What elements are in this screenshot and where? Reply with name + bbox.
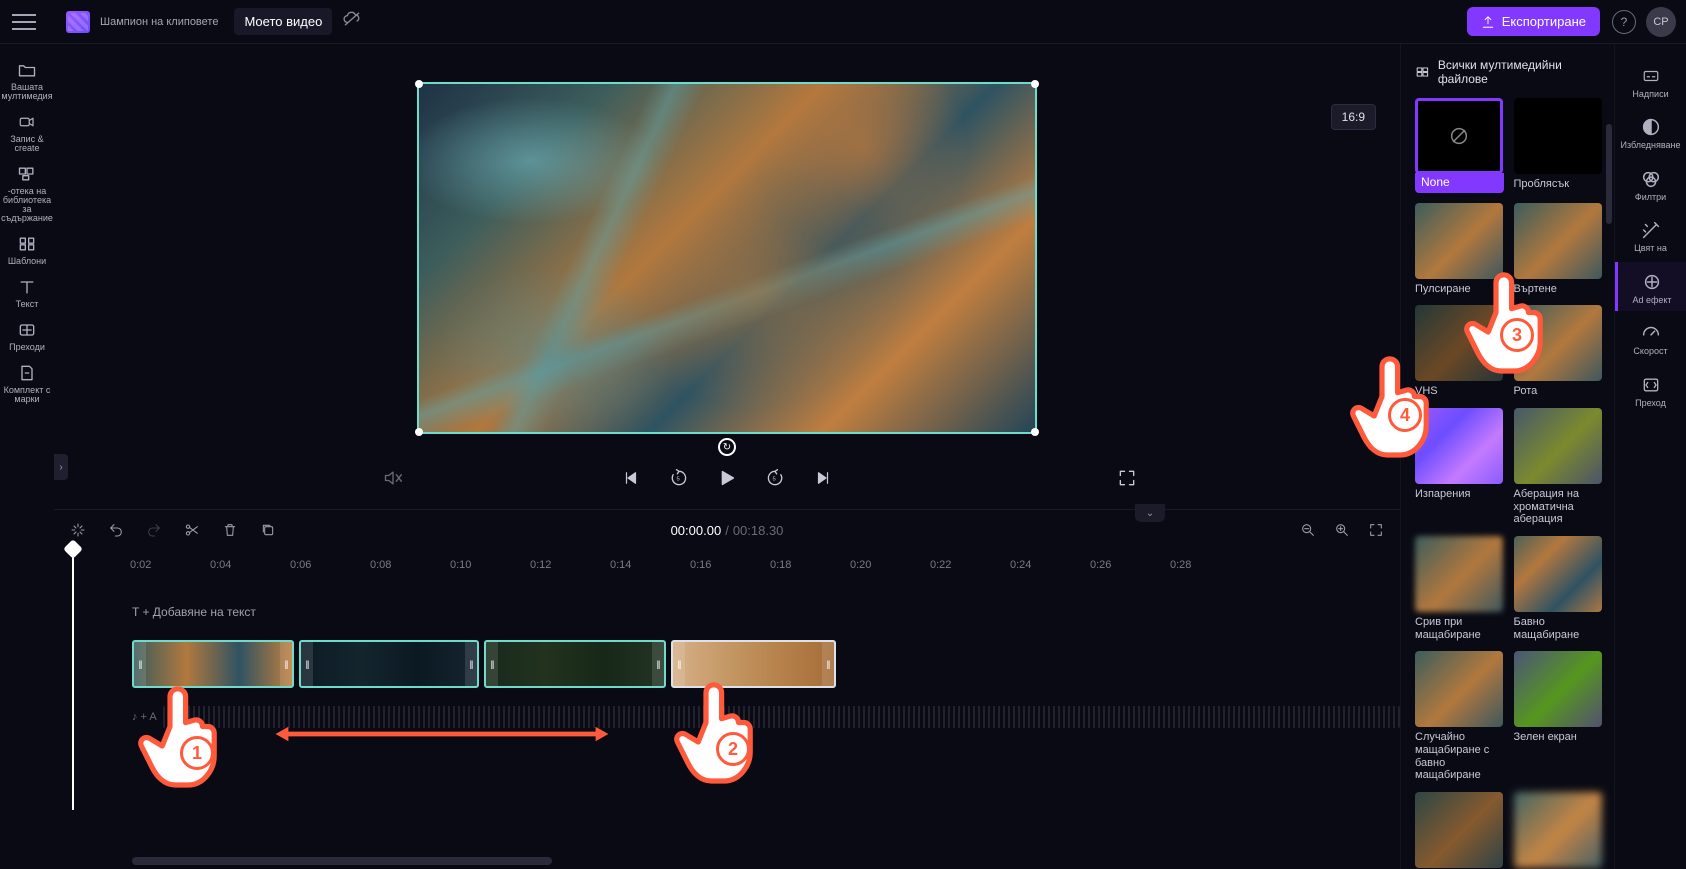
left-rail: Вашата мултимедия Запис & create -отека … [0, 44, 54, 869]
rail-text[interactable]: Текст [0, 269, 55, 312]
rail-your-media[interactable]: Вашата мултимедия [0, 52, 55, 104]
panel-collapse-down-icon[interactable]: ⌄ [1135, 504, 1165, 522]
effect-flash[interactable]: Проблясък [1514, 98, 1603, 193]
rrail-captions[interactable]: Надписи [1615, 56, 1686, 105]
skip-end-icon[interactable] [810, 465, 836, 491]
callout-badge-3: 3 [1500, 318, 1534, 352]
skip-start-icon[interactable] [618, 465, 644, 491]
split-icon[interactable] [182, 520, 202, 540]
filters-icon [1638, 168, 1664, 190]
effect-slow-zoom[interactable]: Бавно мащабиране [1514, 536, 1603, 641]
callout-badge-1: 1 [180, 736, 214, 770]
menu-button[interactable] [10, 8, 38, 36]
redo-icon[interactable] [144, 520, 164, 540]
rrail-fade[interactable]: Избледняване [1615, 107, 1686, 156]
rewind-5-icon[interactable]: 5 [666, 465, 692, 491]
captions-icon [1638, 65, 1664, 87]
svg-text:5: 5 [773, 477, 776, 483]
resize-handle-tr[interactable] [1031, 80, 1039, 88]
zoom-fit-icon[interactable] [1366, 520, 1386, 540]
clip-3[interactable]: |||| [484, 640, 666, 688]
user-avatar[interactable]: CP [1646, 7, 1676, 37]
timecode-sep: / [725, 523, 729, 538]
library-icon [15, 163, 39, 185]
rail-record[interactable]: Запис & create [0, 104, 55, 156]
effect-none[interactable]: None [1415, 98, 1504, 193]
resize-handle-tl[interactable] [415, 80, 423, 88]
tap-cursor-2 [654, 664, 784, 794]
project-title[interactable]: Моето видео [234, 8, 332, 35]
aspect-ratio-button[interactable]: 16:9 [1331, 104, 1376, 130]
effect-extra-2[interactable] [1514, 792, 1603, 868]
export-label: Експортиране [1502, 14, 1586, 29]
help-icon[interactable]: ? [1612, 10, 1636, 34]
fade-icon [1638, 116, 1664, 138]
preview-canvas[interactable]: ↻ [417, 82, 1037, 434]
duplicate-icon[interactable] [258, 520, 278, 540]
undo-icon[interactable] [106, 520, 126, 540]
effect-rand-zoom[interactable]: Случайно мащабиране с бавно мащабиране [1415, 651, 1504, 782]
fullscreen-icon[interactable] [1114, 465, 1140, 491]
fit-icon [1638, 374, 1664, 396]
app-label: Шампион на клиповете [100, 16, 218, 28]
forward-5-icon[interactable]: 5 [762, 465, 788, 491]
zoom-out-icon[interactable] [1298, 520, 1318, 540]
timeline-scrollbar[interactable] [132, 855, 1400, 867]
timeline-ruler[interactable]: 0:020:04 0:060:08 0:100:12 0:140:16 0:18… [54, 550, 1400, 580]
rail-library[interactable]: -отека на библиотека за съдържание [0, 156, 55, 226]
effect-extra-1[interactable] [1415, 792, 1504, 868]
cloud-sync-icon [342, 9, 362, 34]
effect-green[interactable]: Зелен екран [1514, 651, 1603, 782]
right-rail: Надписи Избледняване Филтри Цвят на Ad е… [1614, 44, 1686, 869]
zoom-in-icon[interactable] [1332, 520, 1352, 540]
text-icon [15, 276, 39, 298]
mute-icon[interactable] [380, 465, 406, 491]
resize-handle-br[interactable] [1031, 428, 1039, 436]
effect-zoom-crash[interactable]: Срив при мащабиране [1415, 536, 1504, 641]
magic-icon[interactable] [68, 520, 88, 540]
speed-icon [1638, 322, 1664, 344]
delete-icon[interactable] [220, 520, 240, 540]
effects-heading: Всички мултимедийни файлове [1415, 58, 1602, 86]
rrail-fit[interactable]: Преход [1615, 365, 1686, 414]
text-track-hint[interactable]: T + Добавяне на текст [132, 594, 1400, 630]
rrail-speed[interactable]: Скорост [1615, 313, 1686, 362]
tap-cursor-1 [118, 668, 248, 798]
play-button[interactable] [714, 465, 740, 491]
rrail-effects[interactable]: Ad ефект [1615, 262, 1686, 311]
templates-icon [15, 233, 39, 255]
transitions-icon [15, 319, 39, 341]
magic-wand-icon [1638, 219, 1664, 241]
callout-badge-2: 2 [716, 732, 750, 766]
clip-2[interactable]: |||| [299, 640, 479, 688]
rail-brandkit[interactable]: Комплект с марки [0, 355, 55, 407]
effects-icon [1639, 271, 1665, 293]
rail-templates[interactable]: Шаблони [0, 226, 55, 269]
effect-chroma[interactable]: Аберация на хроматична аберация [1514, 408, 1603, 526]
app-logo [66, 11, 90, 33]
export-button[interactable]: Експортиране [1467, 7, 1600, 36]
panel-scrollbar[interactable] [1606, 124, 1612, 224]
camera-icon [15, 111, 39, 133]
rrail-filters[interactable]: Филтри [1615, 159, 1686, 208]
rail-transitions[interactable]: Преходи [0, 312, 55, 355]
double-arrow-icon [232, 726, 652, 742]
folder-icon [15, 59, 39, 81]
resize-handle-bl[interactable] [415, 428, 423, 436]
timecode-current: 00:00.00 [671, 523, 722, 538]
playhead[interactable] [72, 550, 74, 810]
rrail-color[interactable]: Цвят на [1615, 210, 1686, 259]
timecode-duration: 00:18.30 [733, 523, 784, 538]
brandkit-icon [15, 362, 39, 384]
grid-icon [1415, 65, 1430, 79]
callout-badge-4: 4 [1388, 398, 1422, 432]
svg-text:5: 5 [677, 477, 680, 483]
